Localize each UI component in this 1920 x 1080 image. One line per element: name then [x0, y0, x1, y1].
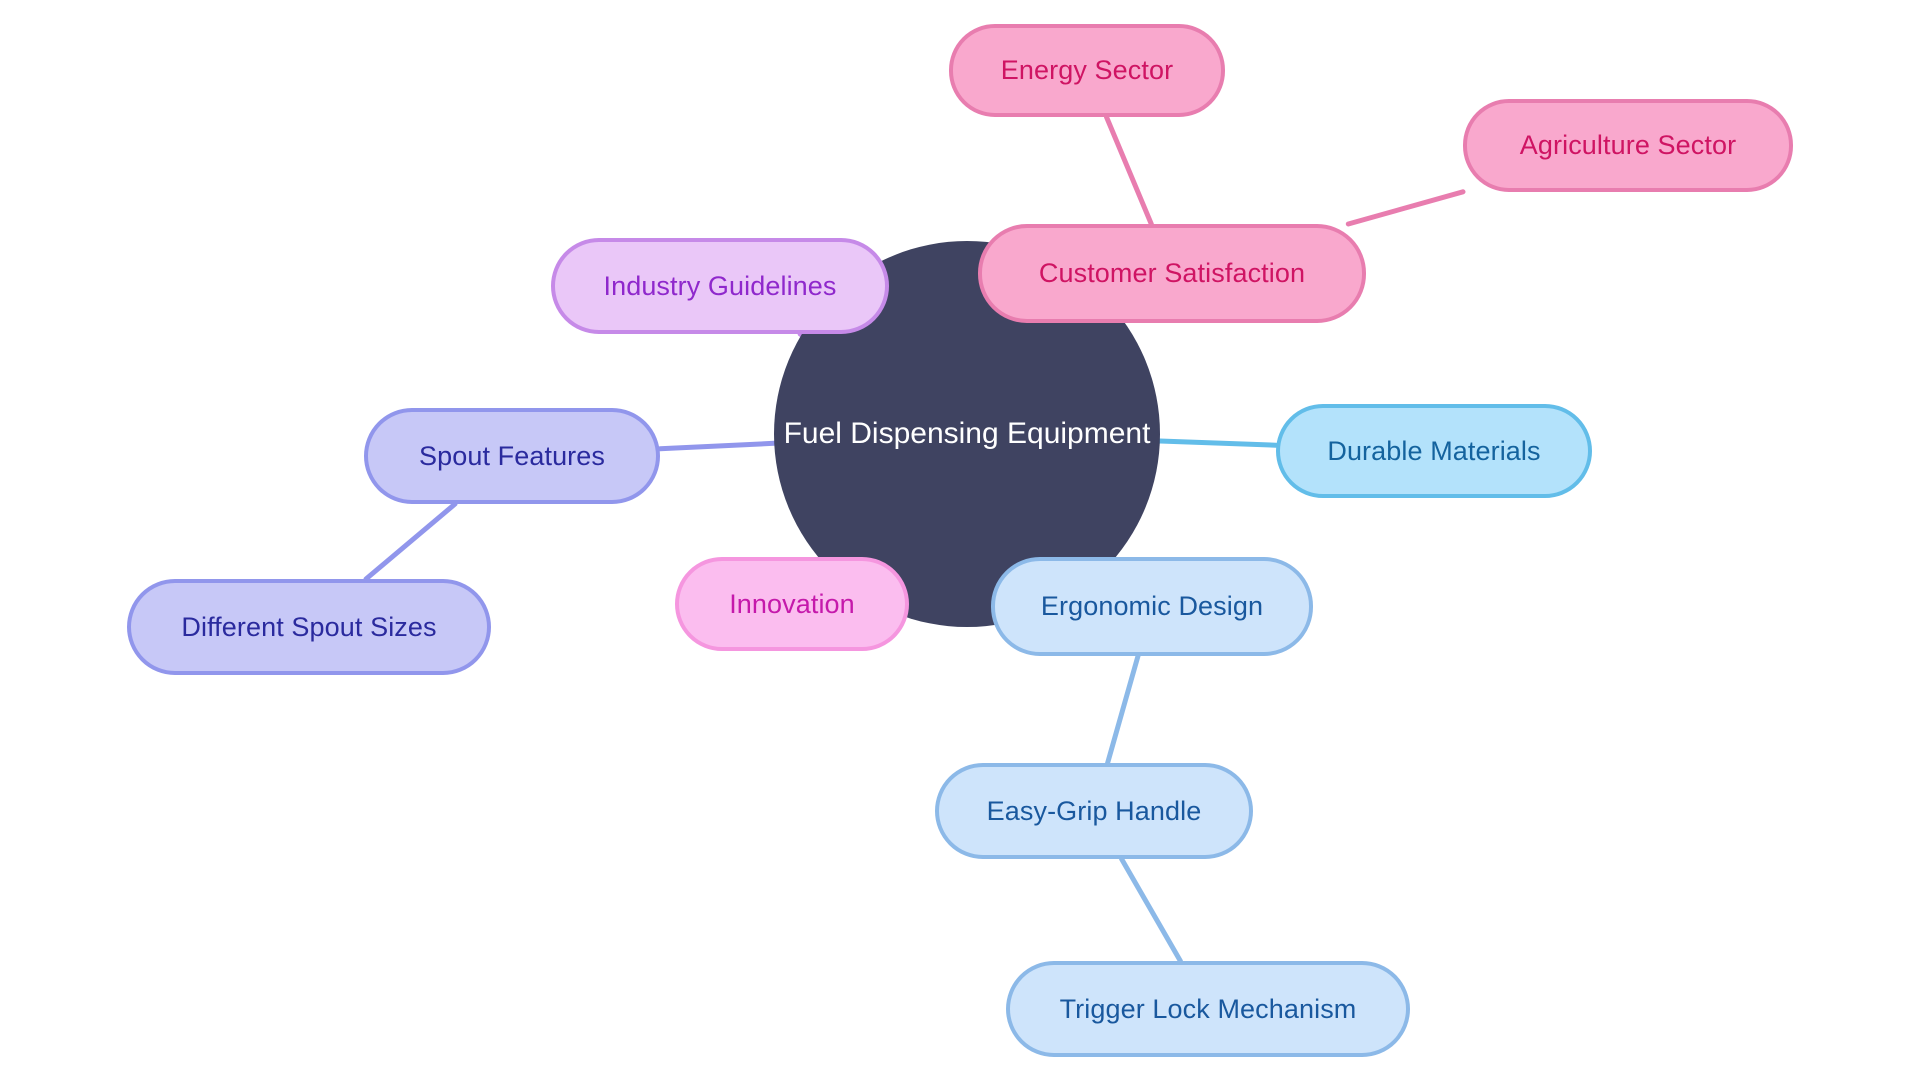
- edge-easy-grip-handle-trigger-lock-mechanism: [1119, 856, 1183, 964]
- mindmap-node-trigger-lock-mechanism[interactable]: Trigger Lock Mechanism: [1006, 961, 1410, 1057]
- mindmap-root-node-label: Fuel Dispensing Equipment: [783, 417, 1151, 450]
- mindmap-node-different-spout-sizes[interactable]: Different Spout Sizes: [127, 579, 491, 675]
- edge-ergonomic-design-easy-grip-handle: [1105, 653, 1141, 766]
- edge-customer-satisfaction-energy-sector: [1104, 114, 1154, 227]
- mindmap-node-label-easy-grip-handle: Easy-Grip Handle: [986, 795, 1202, 826]
- edge-spout-features-different-spout-sizes: [363, 501, 458, 582]
- mindmap-node-industry-guidelines[interactable]: Industry Guidelines: [551, 238, 889, 334]
- mindmap-node-label-spout-features: Spout Features: [418, 440, 605, 471]
- mindmap-node-label-agriculture-sector: Agriculture Sector: [1519, 130, 1737, 160]
- mindmap-node-label-ergonomic-design: Ergonomic Design: [1040, 591, 1264, 621]
- mindmap-node-label-industry-guidelines: Industry Guidelines: [603, 270, 837, 301]
- mindmap-node-agriculture-sector[interactable]: Agriculture Sector: [1463, 99, 1793, 192]
- edge-customer-satisfaction-agriculture-sector: [1345, 189, 1466, 227]
- mindmap-node-energy-sector[interactable]: Energy Sector: [949, 24, 1225, 117]
- mindmap-node-label-innovation: Innovation: [729, 588, 855, 619]
- mindmap-node-label-trigger-lock-mechanism: Trigger Lock Mechanism: [1059, 993, 1357, 1024]
- mindmap-node-spout-features[interactable]: Spout Features: [364, 408, 660, 504]
- mindmap-node-label-durable-materials: Durable Materials: [1327, 435, 1541, 466]
- mindmap-node-label-customer-satisfaction: Customer Satisfaction: [1038, 258, 1306, 288]
- mindmap-canvas: Fuel Dispensing Equipment Energy Sector Ag…: [0, 0, 1920, 1080]
- mindmap-node-ergonomic-design[interactable]: Ergonomic Design: [991, 557, 1313, 656]
- edge-root-durable-materials: [1157, 438, 1279, 448]
- mindmap-node-durable-materials[interactable]: Durable Materials: [1276, 404, 1592, 498]
- mindmap-node-label-different-spout-sizes: Different Spout Sizes: [181, 611, 437, 642]
- mindmap-node-label-energy-sector: Energy Sector: [1000, 55, 1174, 85]
- mindmap-node-innovation[interactable]: Innovation: [675, 557, 909, 651]
- edge-root-spout-features: [657, 440, 777, 452]
- mindmap-node-easy-grip-handle[interactable]: Easy-Grip Handle: [935, 763, 1253, 859]
- mindmap-node-customer-satisfaction[interactable]: Customer Satisfaction: [978, 224, 1366, 323]
